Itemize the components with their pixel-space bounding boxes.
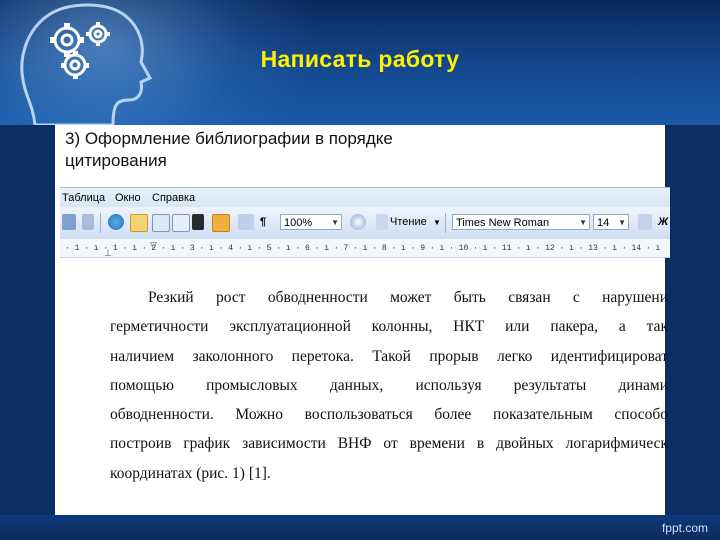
toolbar-separator [445,213,446,233]
document-map-icon[interactable] [238,214,254,230]
zoom-select[interactable]: 100% ▼ [280,214,342,230]
font-color-icon[interactable] [638,214,652,230]
menu-item-help[interactable]: Справка [152,192,195,204]
toolbar-separator [100,213,101,233]
chevron-down-icon: ▼ [618,218,626,227]
document-line: построив график зависимости ВНФ от време… [110,435,668,453]
menu-item-window[interactable]: Окно [115,192,141,204]
hyperlink-icon[interactable] [108,214,124,230]
document-line: герметичности эксплуатационной колонны, … [110,318,668,336]
reading-button[interactable]: Чтение [390,216,427,228]
chevron-down-icon: ▼ [579,218,587,227]
brand-label: fppt.com [661,521,708,535]
document-line: координатах (рис. 1) [1]. [110,464,271,482]
chevron-down-icon[interactable]: ▼ [433,218,441,227]
tables-borders-icon[interactable] [130,214,148,232]
insert-excel-icon[interactable] [172,214,190,232]
content-panel: 3) Оформление библиографии в порядке цит… [55,125,670,515]
horizontal-ruler[interactable]: · 1 · ı · 1 · ı · 2 · ı · 3 · ı · 4 · ı … [60,239,670,258]
font-size-select[interactable]: 14 ▼ [593,214,629,230]
slide-footer: fppt.com [0,515,720,540]
read-mode-icon[interactable] [376,214,388,230]
chevron-down-icon: ▼ [331,218,339,227]
insert-table-icon[interactable] [152,214,170,232]
slide-subtitle: 3) Оформление библиографии в порядке цит… [65,129,393,170]
document-line: обводненности. Можно воспользоваться бол… [110,406,668,424]
document-line: наличием заколонного перетока. Такой про… [110,347,668,365]
undo-icon[interactable] [82,214,94,230]
menu-item-table[interactable]: Таблица [62,192,105,204]
redo-icon[interactable] [62,214,76,230]
font-name-select[interactable]: Times New Roman ▼ [452,214,590,230]
document-line: помощью промысловых данных, используя ре… [110,376,668,394]
slide-title: Написать работу [260,46,460,72]
font-name-value: Times New Roman [456,217,550,229]
drawing-icon[interactable] [212,214,230,232]
italic-icon[interactable]: Ж [658,216,668,228]
help-icon[interactable] [350,214,366,230]
zoom-value: 100% [284,217,313,229]
columns-icon[interactable] [192,214,204,230]
paragraph-mark-icon[interactable]: ¶ [260,216,266,228]
slide-header: Написать работу [0,0,720,125]
document-line: Резкий рост обводненности может быть свя… [148,289,668,306]
document-body[interactable]: Резкий рост обводненности может быть свя… [110,283,668,488]
font-size-value: 14 [597,217,610,229]
word-menubar: Таблица Окно Справка [60,187,670,208]
hanging-indent-marker[interactable]: ⊥ [104,248,112,259]
word-toolbar: ¶ 100% ▼ Чтение ▼ Times New Roman ▼ 14 ▼… [60,207,670,240]
first-line-indent-marker[interactable]: ▽ [150,240,157,251]
